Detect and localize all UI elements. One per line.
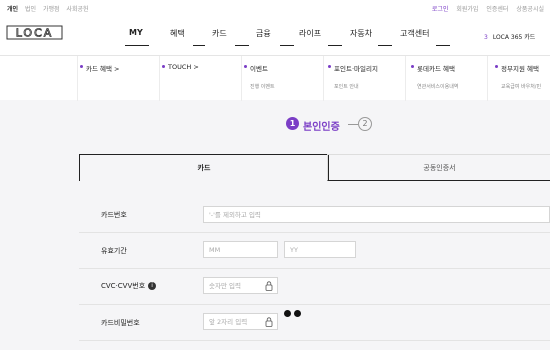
auth-center-link[interactable]: 인증센터 [486, 6, 508, 13]
nav-my-underline [125, 45, 149, 46]
main-nav: MY 혜택 카드 금융 라이프 자동차 고객센터 3 LOCA 365 카드 [0, 28, 550, 44]
subnav-link[interactable]: 교육급여 바우처/민 [501, 83, 541, 90]
util-personal-link[interactable]: 개인 [7, 6, 18, 13]
product-disclosure-link[interactable]: 상품공시실 [516, 6, 544, 13]
step-connector [348, 124, 358, 125]
util-merchant-link[interactable]: 가맹점 [43, 6, 60, 13]
nav-customer-center[interactable]: 고객센터 [400, 28, 429, 39]
subnav-link[interactable]: 연관서비스이용내역 [417, 83, 458, 90]
subnav-divider [323, 56, 324, 101]
cvc-label-text: CVC·CVV번호 [101, 282, 146, 290]
nav-finance[interactable]: 금융 [256, 28, 271, 39]
subnav-divider [405, 56, 406, 101]
sub-nav: 카드 혜택 > TOUCH > 이벤트 진행 이벤트 포인트·마일리지 포인트 … [0, 55, 550, 101]
nav-card[interactable]: 카드 [212, 28, 227, 39]
expiry-year-input[interactable]: YY [284, 241, 356, 258]
cvc-row: CVC·CVV번호 i 숫자만 입력 [79, 268, 550, 305]
nav-divider [193, 45, 205, 46]
card-number-row: 카드번호 '-'를 제외하고 입력 [79, 196, 550, 233]
pin-row: 카드비밀번호 앞 2자리 입력 [79, 304, 550, 341]
nav-auto[interactable]: 자동차 [350, 28, 372, 39]
card-number-input[interactable]: '-'를 제외하고 입력 [203, 206, 550, 223]
expiry-month-input[interactable]: MM [203, 241, 278, 258]
expiry-row: 유효기간 MM YY [79, 232, 550, 269]
step-2-badge: 2 [358, 117, 372, 131]
subnav-title[interactable]: TOUCH > [168, 63, 199, 71]
card-number-label: 카드번호 [101, 211, 127, 219]
subnav-title[interactable]: 이벤트 [250, 63, 268, 73]
nav-divider [378, 45, 392, 46]
pin-label: 카드비밀번호 [101, 319, 140, 327]
cvc-placeholder: 숫자만 입력 [209, 282, 241, 290]
secure-keypad-icon[interactable] [265, 317, 273, 327]
pin-input[interactable]: 앞 2자리 입력 [203, 313, 278, 330]
subnav-divider [77, 56, 78, 101]
nav-divider [328, 45, 342, 46]
util-corporate-link[interactable]: 법인 [25, 6, 36, 13]
nav-life[interactable]: 라이프 [299, 28, 321, 39]
subnav-divider [241, 56, 242, 101]
pin-placeholder: 앞 2자리 입력 [209, 318, 248, 326]
nav-divider [235, 45, 249, 46]
bullet-dot [411, 65, 414, 68]
subnav-title[interactable]: 정부지원 혜택 [501, 63, 539, 73]
bullet-dot [244, 65, 247, 68]
cvc-label: CVC·CVV번호 i [101, 281, 157, 291]
nav-divider [280, 45, 294, 46]
bullet-dot [162, 65, 165, 68]
nav-benefits[interactable]: 혜택 [170, 28, 185, 39]
subnav-title[interactable]: 카드 혜택 > [86, 63, 120, 73]
step-1-label: 본인인증 [303, 122, 340, 133]
step-1-badge: 1 [286, 117, 299, 130]
signup-link[interactable]: 회원가입 [456, 6, 478, 13]
utility-bar: 개인 법인 가맹점 사회공헌 로그인 회원가입 인증센터 상품공시실 [0, 0, 550, 16]
bullet-dot [495, 65, 498, 68]
secure-keypad-icon[interactable] [265, 281, 273, 291]
nav-divider [436, 45, 450, 46]
subnav-link[interactable]: 포인트 안내 [334, 83, 359, 90]
subnav-title[interactable]: 포인트·마일리지 [334, 63, 378, 73]
info-icon[interactable]: i [148, 282, 157, 290]
header: 개인 법인 가맹점 사회공헌 로그인 회원가입 인증센터 상품공시실 LOCA … [0, 0, 550, 101]
login-link[interactable]: 로그인 [432, 6, 449, 13]
tab-card[interactable]: 카드 [79, 154, 329, 181]
tab-certificate[interactable]: 공동인증서 [327, 154, 550, 181]
bullet-dot [328, 65, 331, 68]
expiry-label: 유효기간 [101, 247, 127, 255]
pin-mask-dot [284, 310, 291, 317]
loca365-card-link[interactable]: 3 LOCA 365 카드 [484, 32, 535, 41]
pin-mask-dot [294, 310, 301, 317]
nav-my[interactable]: MY [129, 28, 143, 37]
bullet-dot [80, 65, 83, 68]
cvc-input[interactable]: 숫자만 입력 [203, 277, 278, 294]
subnav-title[interactable]: 롯데카드 혜택 [417, 63, 455, 73]
util-social-link[interactable]: 사회공헌 [66, 6, 88, 13]
auth-tabs: 카드 공동인증서 [79, 154, 550, 181]
subnav-divider [487, 56, 488, 101]
subnav-link[interactable]: 진행 이벤트 [250, 83, 275, 90]
subnav-divider [159, 56, 160, 101]
